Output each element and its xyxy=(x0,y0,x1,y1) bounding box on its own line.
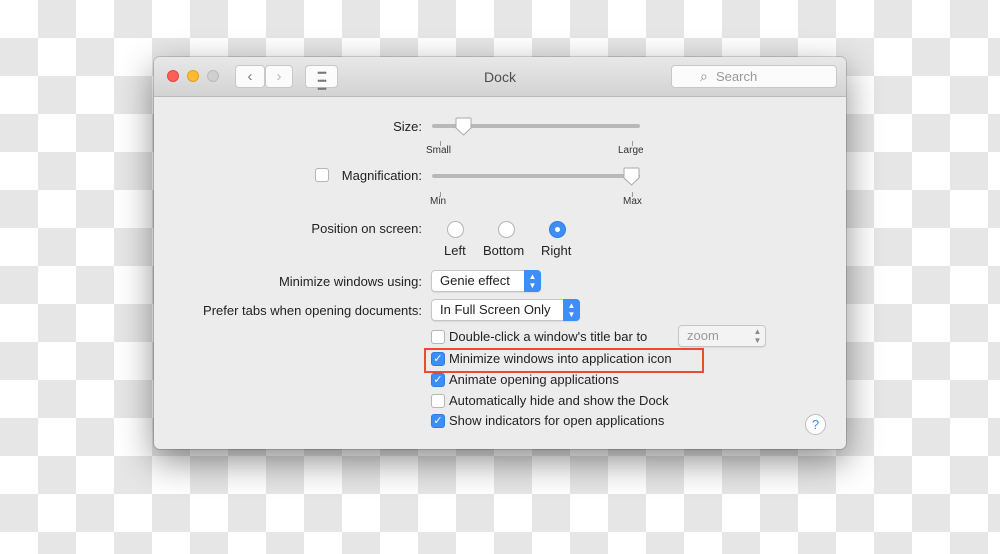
radio-left-label: Left xyxy=(444,243,466,258)
radio-bottom[interactable] xyxy=(498,221,515,238)
magnification-checkbox[interactable] xyxy=(315,168,329,182)
magnification-max-label: Max xyxy=(623,196,642,207)
stepper-icon: ▲ ▼ xyxy=(524,270,541,292)
double-click-label: Double-click a window's title bar to xyxy=(449,329,648,344)
minimize-effect-select[interactable]: Genie effect ▲ ▼ xyxy=(431,270,541,292)
size-slider-thumb[interactable] xyxy=(455,117,472,136)
magnification-slider[interactable] xyxy=(432,174,640,178)
search-placeholder: Search xyxy=(716,69,758,84)
radio-right-label: Right xyxy=(541,243,572,258)
help-button[interactable]: ? xyxy=(805,414,826,435)
show-indicators-checkbox[interactable]: ✓ xyxy=(431,414,445,428)
minimize-into-icon-checkbox[interactable]: ✓ xyxy=(431,352,445,366)
select-value: Genie effect xyxy=(440,273,510,288)
title-bar: ‹ › •••• •••• •••• Dock ⌕ Search xyxy=(154,57,846,97)
double-click-action-select[interactable]: zoom ▲ ▼ xyxy=(678,325,766,347)
search-field[interactable]: ⌕ Search xyxy=(671,65,837,88)
size-min-label: Small xyxy=(426,145,452,156)
show-indicators-label: Show indicators for open applications xyxy=(449,413,665,428)
double-click-checkbox[interactable] xyxy=(431,330,445,344)
minimize-using-label: Minimize windows using: xyxy=(278,274,422,289)
prefer-tabs-label: Prefer tabs when opening documents: xyxy=(203,303,422,318)
magnifier-icon: ⌕ xyxy=(700,68,708,84)
stepper-icon: ▲ ▼ xyxy=(563,299,580,321)
radio-right[interactable] xyxy=(549,221,566,238)
magnification-slider-thumb[interactable] xyxy=(623,167,640,186)
radio-bottom-label: Bottom xyxy=(483,243,525,258)
select-value: In Full Screen Only xyxy=(440,302,551,317)
radio-left[interactable] xyxy=(447,221,464,238)
auto-hide-label: Automatically hide and show the Dock xyxy=(449,393,669,408)
stepper-icon: ▲ ▼ xyxy=(753,327,762,345)
magnification-label: Magnification: xyxy=(341,168,422,183)
size-max-label: Large xyxy=(618,145,644,156)
animate-opening-checkbox[interactable]: ✓ xyxy=(431,373,445,387)
minimize-into-icon-label: Minimize windows into application icon xyxy=(449,351,672,366)
animate-opening-label: Animate opening applications xyxy=(449,372,619,387)
size-label: Size: xyxy=(393,119,422,134)
select-value: zoom xyxy=(687,328,719,343)
position-label: Position on screen: xyxy=(311,221,422,236)
auto-hide-checkbox[interactable] xyxy=(431,394,445,408)
prefer-tabs-select[interactable]: In Full Screen Only ▲ ▼ xyxy=(431,299,580,321)
dock-preferences-window: ‹ › •••• •••• •••• Dock ⌕ Search Size: Sma… xyxy=(154,57,846,449)
magnification-min-label: Min xyxy=(430,196,447,207)
